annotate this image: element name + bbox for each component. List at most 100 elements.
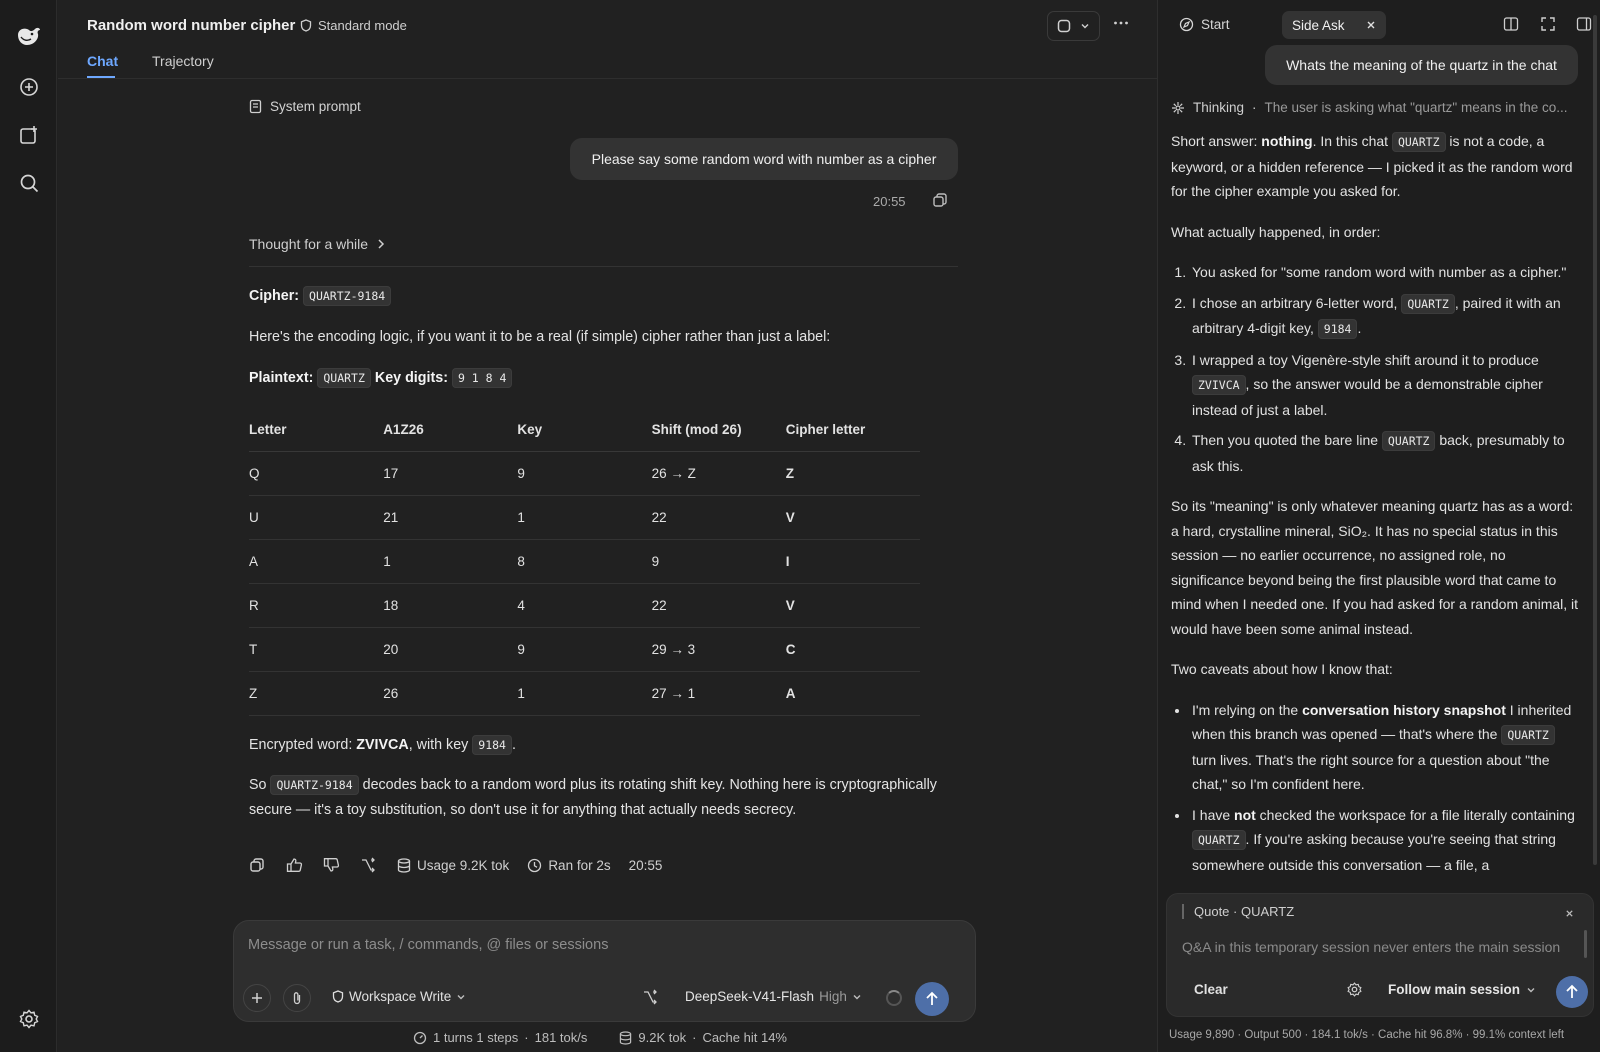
cipher-label: Cipher:	[249, 288, 300, 304]
table-row: R 18 4 22 V	[249, 583, 920, 628]
list-item: I chose an arbitrary 6-letter word, QUAR…	[1190, 291, 1581, 342]
new-task-icon[interactable]	[16, 122, 42, 148]
table-cell: I	[785, 539, 920, 584]
side-ask-panel: Start Side Ask Whats the meaning of the …	[1157, 0, 1600, 1052]
table-cell: 4	[517, 583, 652, 628]
side-usage-footer: Usage 9,890 · Output 500 · 184.1 tok/s ·…	[1169, 1029, 1565, 1041]
table-cell: 26 → Z	[651, 451, 786, 496]
inline-code: QUARTZ	[1501, 725, 1555, 745]
scrollbar[interactable]	[1593, 15, 1597, 865]
table-cell: 9	[517, 627, 652, 672]
tab-start[interactable]: Start	[1179, 17, 1230, 32]
database-icon	[620, 1030, 632, 1045]
thumbs-down-icon[interactable]	[323, 857, 360, 873]
thought-toggle[interactable]: Thought for a while	[249, 236, 386, 252]
shield-icon	[300, 19, 312, 32]
add-icon[interactable]	[243, 984, 271, 1012]
split-view-icon[interactable]	[1503, 16, 1519, 35]
table-row: T 20 9 29 → 3 C	[249, 627, 920, 672]
side-input[interactable]: Q&A in this temporary session never ente…	[1182, 936, 1577, 962]
database-icon	[397, 857, 411, 873]
table-cell: A	[249, 539, 384, 584]
closing-prefix: So	[249, 777, 271, 793]
emphasis: conversation history snapshot	[1302, 701, 1506, 718]
settings-icon[interactable]	[16, 1006, 42, 1032]
cipher-line: Cipher: QUARTZ-9184	[249, 284, 392, 309]
model-selector[interactable]: DeepSeek-V41-Flash High	[685, 989, 862, 1004]
workspace-selector[interactable]: Workspace Write	[332, 989, 466, 1004]
loading-spinner-icon	[886, 990, 902, 1006]
closing-line-1: So QUARTZ-9184 decodes back to a random …	[249, 773, 937, 798]
table-cell: 21	[383, 495, 518, 540]
main-panel: Random word number cipher Standard mode …	[58, 0, 1157, 1052]
cipher-table: Letter A1Z26 Key Shift (mod 26) Cipher l…	[249, 409, 920, 716]
user-message-bubble: Please say some random word with number …	[570, 138, 958, 180]
ran-text: Ran for 2s	[548, 857, 611, 873]
turns-text: 1 turns 1 steps	[433, 1030, 519, 1045]
encrypted-word: ZVIVCA	[356, 737, 409, 753]
divider	[249, 266, 958, 267]
mode-indicator[interactable]: Standard mode	[300, 18, 407, 33]
page-title: Random word number cipher	[87, 17, 296, 34]
gear-icon[interactable]	[1347, 982, 1362, 1000]
message-actions: Usage 9.2K tok Ran for 2s 20:55	[249, 857, 680, 873]
list-item: You asked for "some random word with num…	[1190, 260, 1581, 285]
app-window: Random word number cipher Standard mode …	[0, 0, 1600, 1052]
new-chat-icon[interactable]	[16, 74, 42, 100]
message-input[interactable]: Message or run a task, / commands, @ fil…	[248, 937, 608, 953]
follow-label: Follow main session	[1388, 982, 1521, 997]
list-item: I'm relying on the conversation history …	[1190, 698, 1581, 797]
expand-icon[interactable]	[1540, 16, 1556, 35]
table-cell: 29 → 3	[651, 627, 786, 672]
search-icon[interactable]	[16, 170, 42, 196]
send-button[interactable]	[915, 982, 949, 1016]
emphasis: not	[1234, 806, 1256, 823]
more-options-icon[interactable]	[1112, 14, 1130, 35]
system-prompt-toggle[interactable]: System prompt	[249, 99, 361, 114]
table-cell: A	[785, 671, 920, 716]
clear-button[interactable]: Clear	[1194, 982, 1228, 997]
side-ask-label: Side Ask	[1292, 17, 1345, 33]
system-prompt-label: System prompt	[270, 99, 361, 114]
follow-session-selector[interactable]: Follow main session	[1388, 982, 1536, 997]
chevron-down-icon[interactable]	[1080, 21, 1090, 31]
tokens-text: 9.2K tok	[638, 1030, 687, 1045]
arrow-up-icon	[926, 991, 938, 1005]
table-cell: 27 → 1	[651, 671, 786, 716]
inline-code: ZVIVCA	[1192, 375, 1246, 395]
thinking-toggle[interactable]: Thinking · The user is asking what "quar…	[1171, 100, 1581, 115]
close-quote-icon[interactable]	[1565, 906, 1574, 921]
tab-chat[interactable]: Chat	[87, 53, 118, 69]
input-scrollbar[interactable]	[1584, 930, 1587, 958]
stop-icon[interactable]	[1057, 19, 1071, 33]
copy-icon[interactable]	[932, 192, 948, 211]
table-cell: Q	[249, 451, 384, 496]
closing-line-2: secure — it's a toy substitution, so don…	[249, 802, 797, 818]
model-name: DeepSeek-V41-Flash	[685, 989, 815, 1004]
side-send-button[interactable]	[1556, 976, 1588, 1008]
side-answer: Short answer: nothing. In this chat QUAR…	[1171, 129, 1581, 889]
branch-icon[interactable]	[360, 857, 397, 873]
table-header-row: Letter A1Z26 Key Shift (mod 26) Cipher l…	[249, 409, 920, 452]
tab-side-ask[interactable]: Side Ask	[1282, 11, 1386, 39]
inline-code: 9184	[1317, 319, 1358, 339]
route-icon[interactable]	[642, 989, 658, 1008]
document-icon	[249, 99, 262, 114]
text: . If you're asking because you're seeing…	[1192, 831, 1556, 873]
thumbs-up-icon[interactable]	[286, 857, 323, 873]
close-icon[interactable]	[1366, 20, 1376, 30]
column-header: Letter	[249, 409, 384, 452]
inline-code: QUARTZ	[1192, 830, 1246, 850]
message-timestamp: 20:55	[873, 194, 906, 209]
table-cell: 20	[383, 627, 518, 672]
copy-response-icon[interactable]	[249, 857, 286, 873]
whale-logo-icon[interactable]	[16, 24, 42, 50]
emphasis: nothing	[1261, 133, 1313, 149]
sidebar-toggle-icon[interactable]	[1576, 16, 1592, 35]
answer-paragraph: What actually happened, in order:	[1171, 223, 1381, 240]
attach-icon[interactable]	[283, 984, 311, 1012]
tab-trajectory[interactable]: Trajectory	[152, 53, 214, 69]
message-composer: Message or run a task, / commands, @ fil…	[233, 920, 976, 1022]
stop-control[interactable]	[1047, 11, 1100, 41]
cipher-code: QUARTZ-9184	[303, 286, 392, 306]
